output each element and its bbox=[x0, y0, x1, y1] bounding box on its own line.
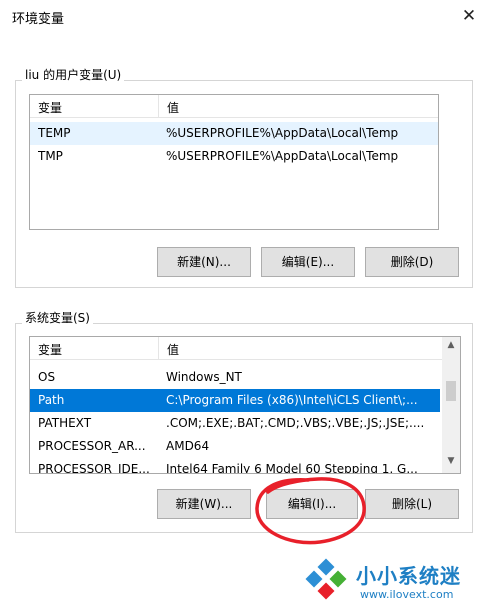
title-bar bbox=[0, 0, 488, 36]
var-value: %USERPROFILE%\AppData\Local\Temp bbox=[166, 149, 399, 163]
user-vars-list[interactable]: 变量 值 TEMP %USERPROFILE%\AppData\Local\Te… bbox=[29, 94, 439, 230]
column-divider[interactable] bbox=[158, 95, 159, 117]
var-name: PROCESSOR_IDE... bbox=[38, 462, 150, 474]
system-delete-button[interactable]: 删除(L) bbox=[365, 489, 459, 519]
var-name: TEMP bbox=[38, 126, 71, 140]
watermark-title: 小小系统迷 bbox=[356, 564, 461, 588]
system-vars-label: 系统变量(S) bbox=[22, 309, 93, 326]
column-header-value[interactable]: 值 bbox=[167, 341, 179, 358]
var-name: PATHEXT bbox=[38, 416, 92, 430]
table-row[interactable]: PROCESSOR_IDE... Intel64 Family 6 Model … bbox=[30, 458, 440, 474]
system-vars-header: 变量 值 bbox=[30, 337, 442, 360]
table-row-selected[interactable]: Path C:\Program Files (x86)\Intel\iCLS C… bbox=[30, 389, 440, 412]
column-header-name[interactable]: 变量 bbox=[38, 99, 62, 116]
user-edit-button[interactable]: 编辑(E)... bbox=[261, 247, 355, 277]
column-divider[interactable] bbox=[158, 337, 159, 359]
system-new-button[interactable]: 新建(W)... bbox=[157, 489, 251, 519]
table-row[interactable]: OS Windows_NT bbox=[30, 366, 440, 389]
column-header-name[interactable]: 变量 bbox=[38, 341, 62, 358]
var-value: .COM;.EXE;.BAT;.CMD;.VBS;.VBE;.JS;.JSE;.… bbox=[166, 416, 425, 430]
scroll-up-icon[interactable]: ▲ bbox=[442, 340, 460, 350]
watermark-url: www.iIovext.com bbox=[360, 588, 454, 601]
annotation-circle bbox=[255, 477, 366, 545]
var-value: C:\Program Files (x86)\Intel\iCLS Client… bbox=[166, 393, 418, 407]
watermark-logo-icon bbox=[305, 558, 347, 600]
scrollbar-thumb[interactable] bbox=[446, 381, 456, 401]
var-name: PROCESSOR_AR... bbox=[38, 439, 146, 453]
table-row[interactable]: PATHEXT .COM;.EXE;.BAT;.CMD;.VBS;.VBE;.J… bbox=[30, 412, 440, 435]
var-name: Path bbox=[38, 393, 65, 407]
table-row[interactable]: TEMP %USERPROFILE%\AppData\Local\Temp bbox=[30, 122, 438, 145]
var-value: Windows_NT bbox=[166, 370, 242, 384]
scroll-down-icon[interactable]: ▼ bbox=[442, 456, 460, 466]
user-new-button[interactable]: 新建(N)... bbox=[157, 247, 251, 277]
user-vars-label: liu 的用户变量(U) bbox=[22, 66, 125, 83]
var-value: %USERPROFILE%\AppData\Local\Temp bbox=[166, 126, 399, 140]
table-row[interactable]: TMP %USERPROFILE%\AppData\Local\Temp bbox=[30, 145, 438, 168]
user-vars-header: 变量 值 bbox=[30, 95, 438, 118]
user-delete-button[interactable]: 删除(D) bbox=[365, 247, 459, 277]
close-icon: ✕ bbox=[461, 6, 477, 26]
window-title: 环境变量 bbox=[12, 12, 65, 27]
var-value: AMD64 bbox=[166, 439, 210, 453]
var-name: TMP bbox=[38, 149, 63, 163]
vertical-scrollbar[interactable]: ▲ ▼ bbox=[442, 337, 460, 473]
close-button[interactable]: ✕ bbox=[458, 4, 480, 28]
table-row[interactable]: PROCESSOR_AR... AMD64 bbox=[30, 435, 440, 458]
system-vars-list[interactable]: 变量 值 OS Windows_NT Path C:\Program Files… bbox=[29, 336, 461, 474]
annotation-stroke bbox=[255, 477, 366, 545]
column-header-value[interactable]: 值 bbox=[167, 99, 179, 116]
var-name: OS bbox=[38, 370, 56, 384]
